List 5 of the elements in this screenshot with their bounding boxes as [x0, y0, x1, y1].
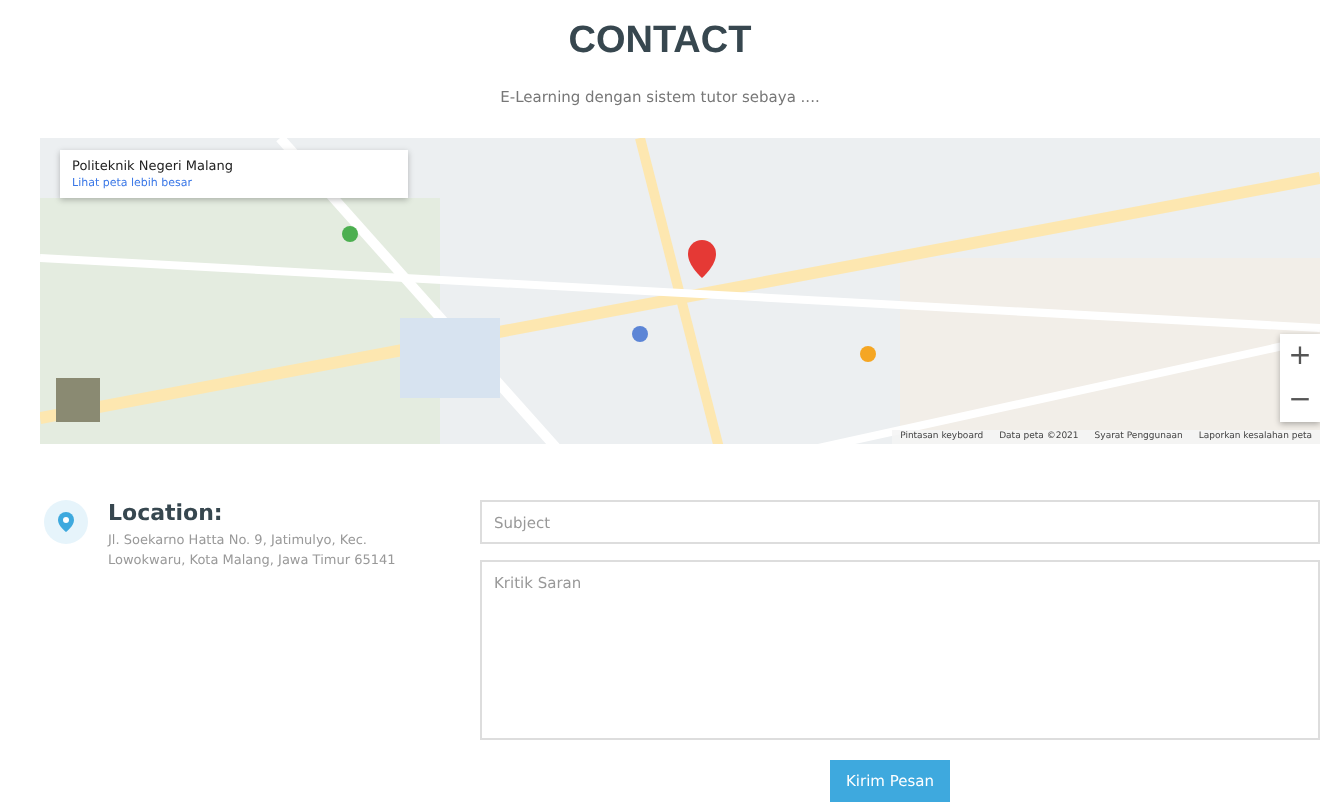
location-label: Location:: [108, 500, 225, 526]
zoom-in-button[interactable]: +: [1280, 334, 1320, 378]
location-icon: [44, 500, 88, 544]
zoom-out-button[interactable]: −: [1280, 378, 1320, 422]
page-title: CONTACT: [568, 20, 752, 64]
